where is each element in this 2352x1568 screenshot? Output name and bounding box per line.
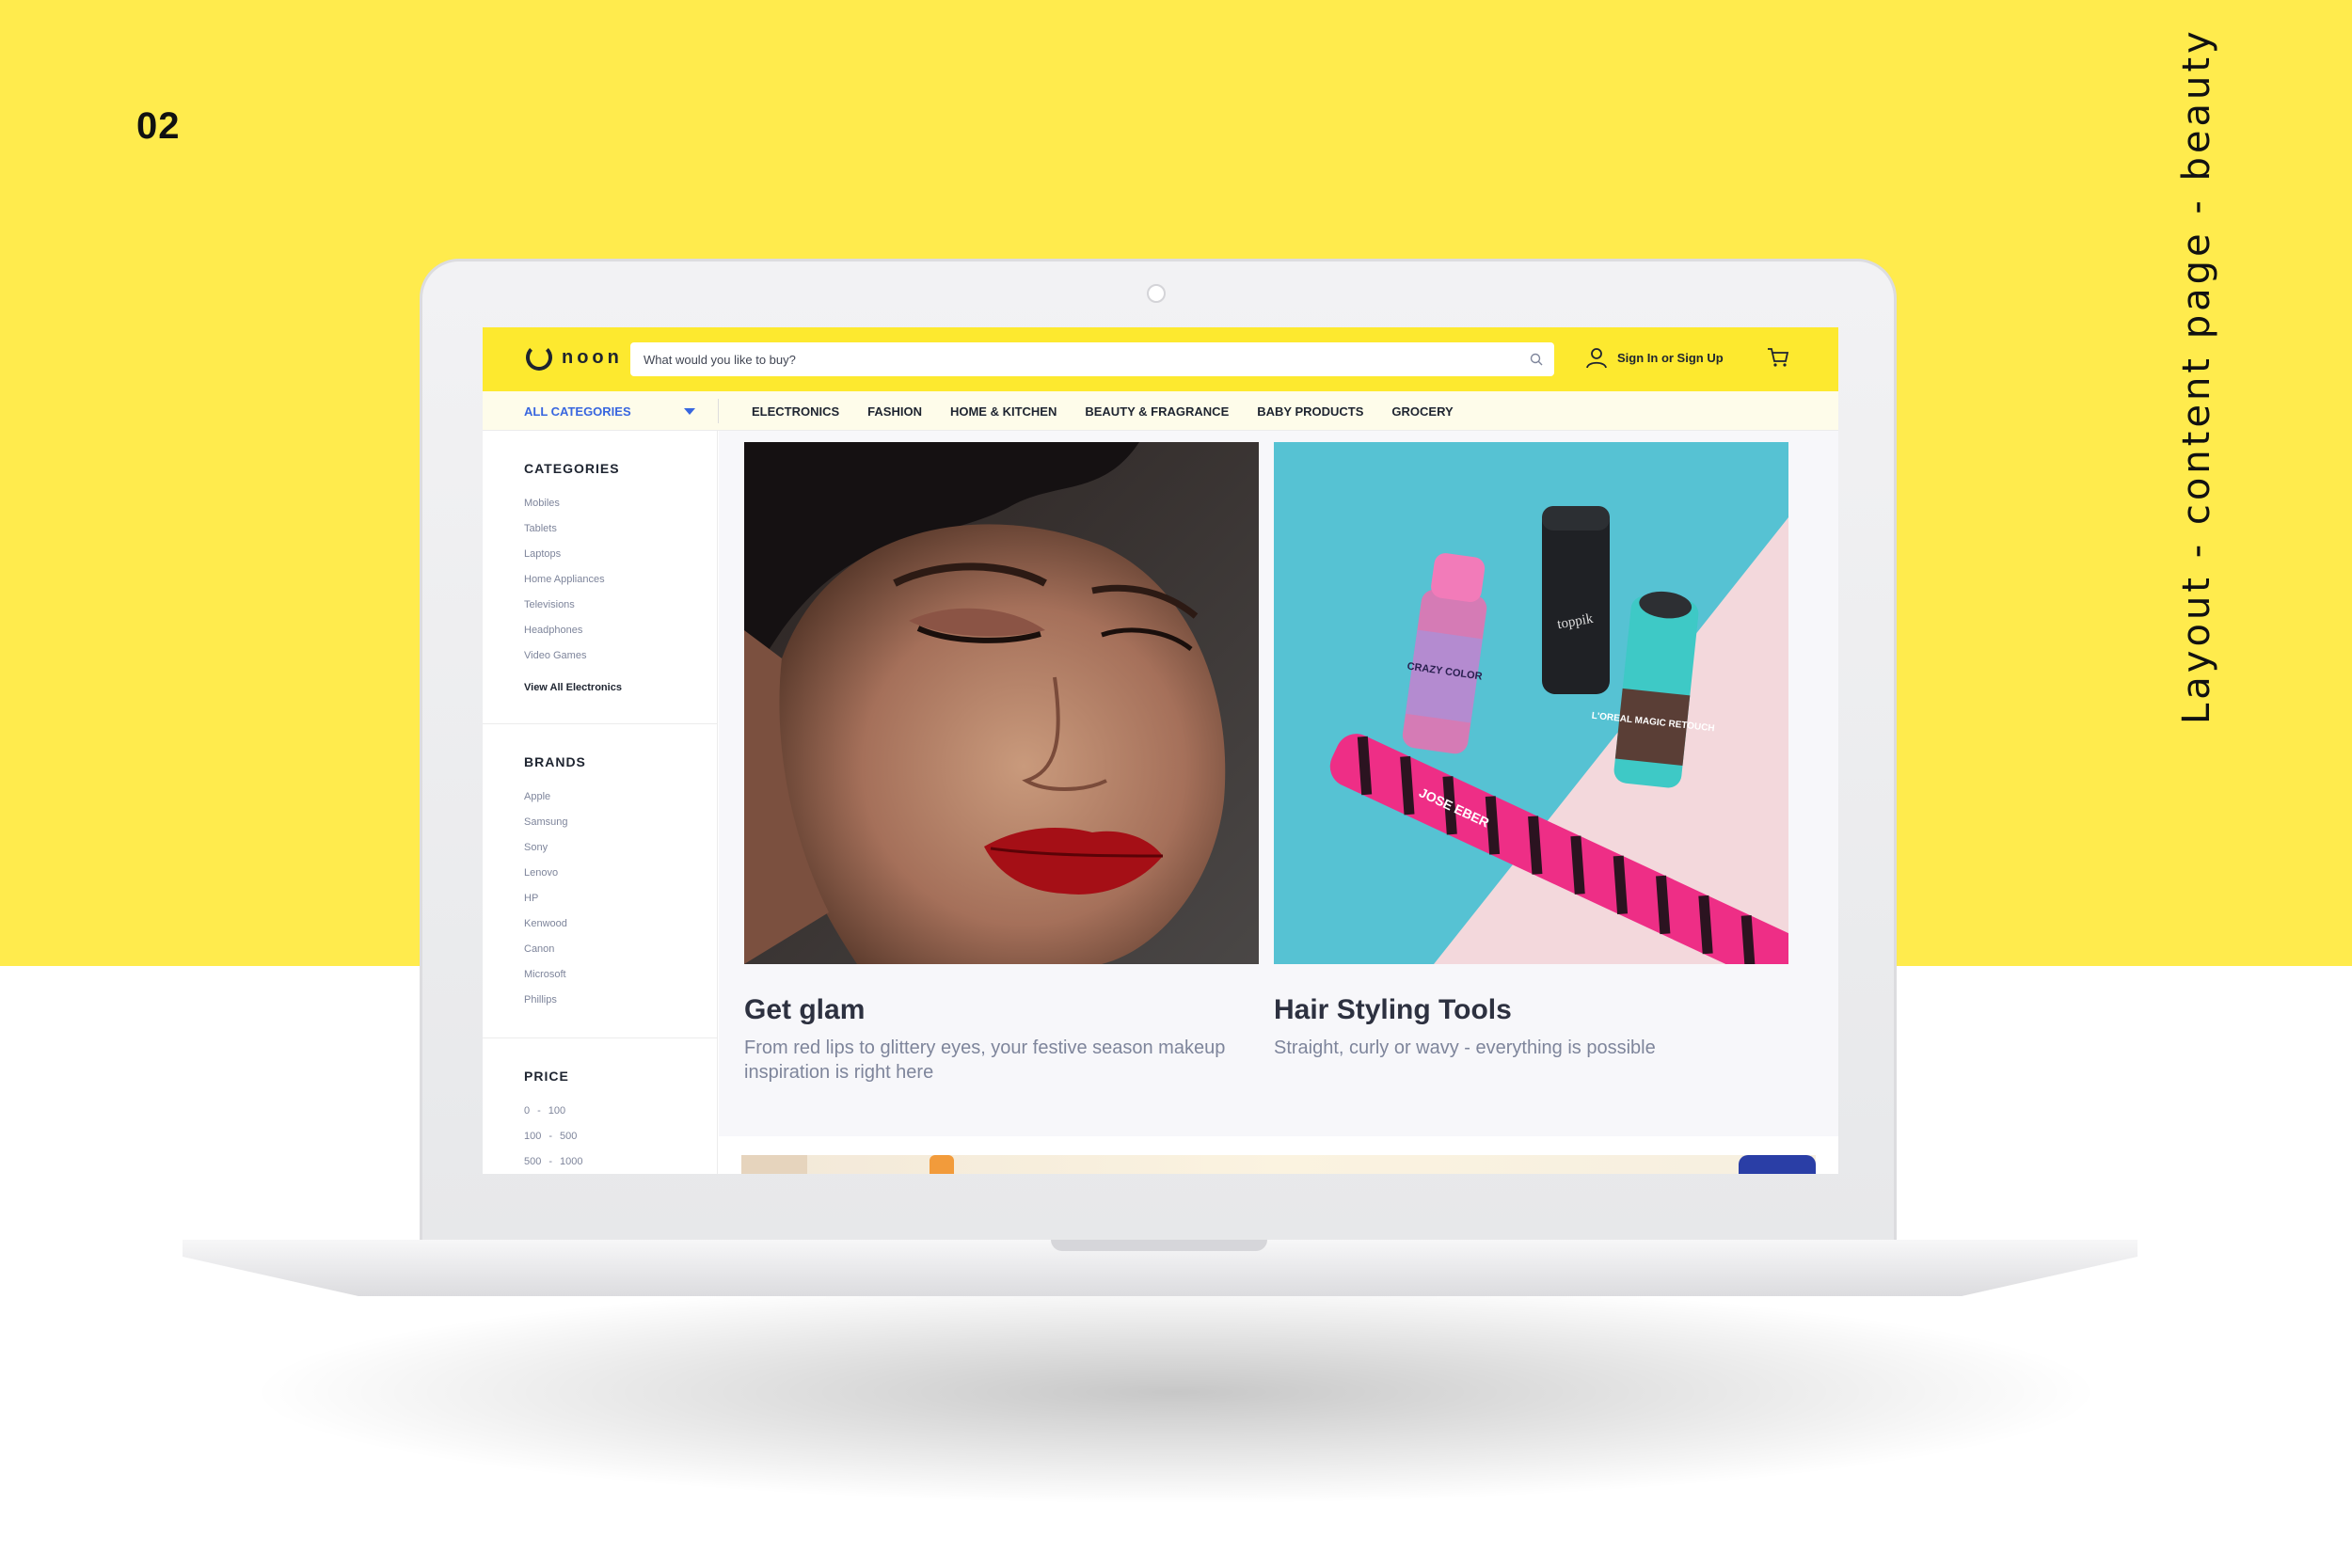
user-icon [1586,348,1607,369]
card-description: Straight, curly or wavy - everything is … [1274,1037,1656,1058]
category-link[interactable]: Laptops [524,542,717,567]
price-from: 100 [524,1131,542,1142]
brand-link[interactable]: Canon [524,937,717,962]
category-link[interactable]: Video Games [524,643,717,669]
search-input[interactable] [644,342,1490,376]
nav-item-electronics[interactable]: ELECTRONICS [752,404,839,419]
nav-item-home-kitchen[interactable]: HOME & KITCHEN [950,404,1057,419]
nav-item-fashion[interactable]: FASHION [867,404,922,419]
card-title: Hair Styling Tools [1274,994,1512,1025]
view-all-electronics-link[interactable]: View All Electronics [524,676,717,699]
filter-sidebar: CATEGORIES Mobiles Tablets Laptops Home … [483,431,718,1174]
laptop-screen: noon Sign In or Sign Up ALL CATEGORIES [483,327,1838,1174]
page-number: 02 [136,105,181,147]
category-link[interactable]: Mobiles [524,491,717,516]
caret-down-icon [683,407,695,415]
category-link[interactable]: Televisions [524,593,717,618]
brand-link[interactable]: Microsoft [524,962,717,988]
laptop-notch [1051,1240,1267,1251]
price-from: 500 [524,1156,542,1167]
search-bar [630,342,1554,376]
makeup-portrait-image [744,442,1259,964]
brand-link[interactable]: Kenwood [524,911,717,937]
brand-link[interactable]: Phillips [524,988,717,1013]
brand-link[interactable]: HP [524,886,717,911]
logo-mark [526,344,552,371]
brand-link[interactable]: Lenovo [524,861,717,886]
laptop-camera [1147,284,1166,303]
category-link[interactable]: Home Appliances [524,567,717,593]
brand-link[interactable]: Samsung [524,810,717,835]
next-banner-image [741,1155,1816,1174]
logo-text: noon [562,346,623,368]
category-link[interactable]: Tablets [524,516,717,542]
search-icon[interactable] [1530,353,1543,366]
all-categories-label: ALL CATEGORIES [524,404,631,419]
price-range-link[interactable]: 100-500 [524,1124,717,1149]
all-categories-dropdown[interactable]: ALL CATEGORIES [524,391,695,431]
header-bar: noon Sign In or Sign Up [483,327,1838,391]
price-to: 100 [548,1105,566,1117]
card-description: From red lips to glittery eyes, your fes… [744,1037,1226,1083]
price-from: 0 [524,1105,531,1117]
brands-heading: BRANDS [524,754,586,769]
price-heading: PRICE [524,1069,569,1084]
cart-icon[interactable] [1767,346,1789,369]
price-to: 1000 [560,1156,583,1167]
nav-item-grocery[interactable]: GROCERY [1391,404,1453,419]
laptop-shadow [245,1279,2107,1505]
nav-item-baby-products[interactable]: BABY PRODUCTS [1257,404,1363,419]
side-title: Layout - content page - beauty [2175,27,2218,724]
signin-link[interactable]: Sign In or Sign Up [1585,346,1724,369]
price-range-link[interactable]: 0-100 [524,1099,717,1124]
nav-items: ELECTRONICS FASHION HOME & KITCHEN BEAUT… [752,391,1454,431]
brand-link[interactable]: Sony [524,835,717,861]
signin-label: Sign In or Sign Up [1617,350,1724,365]
price-section: PRICE 0-100 100-500 500-1000 1000-5000 [483,1038,717,1174]
hair-tools-image: CRAZY COLOR toppik L'OREAL MAGIC RETOUCH [1274,442,1788,964]
category-nav: ALL CATEGORIES ELECTRONICS FASHION HOME … [483,391,1838,431]
logo[interactable]: noon [526,344,623,371]
price-to: 500 [560,1131,578,1142]
card-title: Get glam [744,994,866,1025]
brands-section: BRANDS Apple Samsung Sony Lenovo HP Kenw… [483,724,717,1013]
price-range-link[interactable]: 500-1000 [524,1149,717,1174]
nav-divider [718,399,719,423]
brand-link[interactable]: Apple [524,784,717,810]
categories-heading: CATEGORIES [524,461,620,476]
content-card-get-glam[interactable]: Get glam From red lips to glittery eyes,… [744,442,1259,1085]
content-area: Get glam From red lips to glittery eyes,… [719,431,1838,1174]
content-card-hair-styling[interactable]: CRAZY COLOR toppik L'OREAL MAGIC RETOUCH [1274,442,1788,1060]
nav-item-beauty-fragrance[interactable]: BEAUTY & FRAGRANCE [1085,404,1229,419]
categories-section: CATEGORIES Mobiles Tablets Laptops Home … [483,431,717,699]
category-link[interactable]: Headphones [524,618,717,643]
